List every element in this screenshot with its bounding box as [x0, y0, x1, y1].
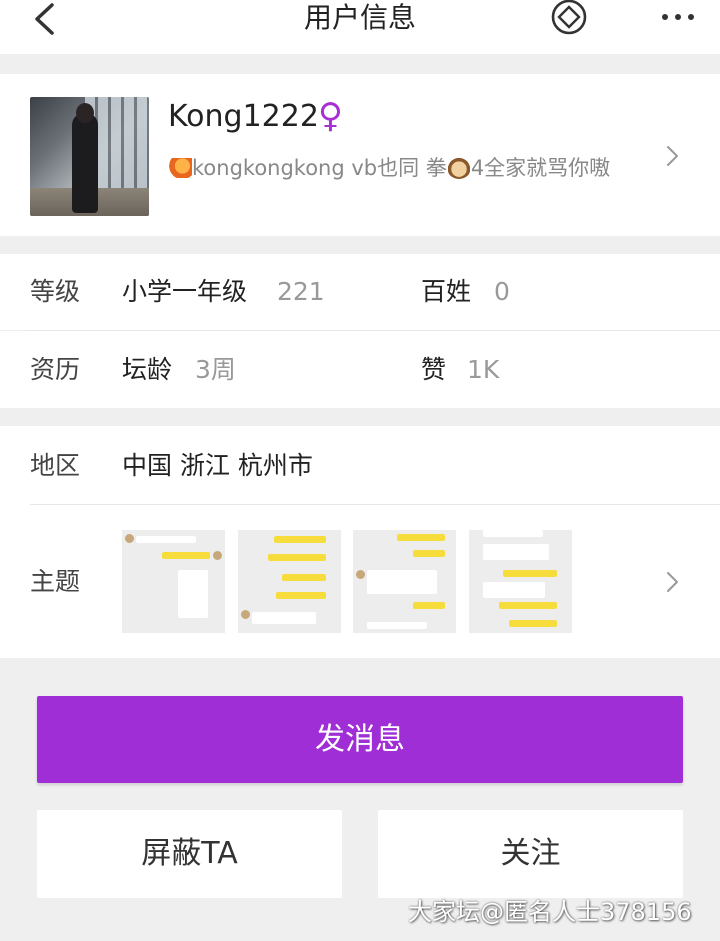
rank-key: 百姓 [421, 277, 472, 306]
diamond-icon [551, 0, 587, 35]
chevron-right-icon [667, 146, 678, 166]
level-label: 等级 [30, 277, 81, 306]
region-label: 地区 [30, 451, 81, 480]
forum-age-value: 3周 [195, 355, 236, 384]
rank-value: 0 [494, 277, 510, 306]
topic-thumbnail[interactable] [469, 530, 572, 633]
topic-thumbnail[interactable] [122, 530, 225, 633]
watermark: 大家坛@匿名人士378156 [408, 898, 692, 926]
diamond-button[interactable] [548, 0, 590, 37]
dog-emoji-icon [446, 157, 471, 179]
like-value: 1K [467, 355, 500, 384]
stats-row-level: 等级 小学一年级 221 百姓 0 [0, 254, 720, 331]
stats-card: 等级 小学一年级 221 百姓 0 资历 坛龄 3周 赞 1K [0, 254, 720, 408]
topic-thumbnail[interactable] [238, 530, 341, 633]
username: Kong1222 [168, 99, 319, 134]
more-button[interactable] [656, 2, 700, 32]
flame-emoji-icon [168, 158, 192, 178]
user-bio: kongkongkong vb也同 拳 4全家就骂你嗷 [168, 154, 618, 183]
level-value: 221 [277, 277, 325, 306]
topic-label: 主题 [30, 567, 81, 596]
more-dots-icon [662, 14, 668, 20]
level-name: 小学一年级 [122, 277, 248, 306]
block-user-button[interactable]: 屏蔽TA [37, 810, 342, 898]
forum-age-key: 坛龄 [122, 355, 173, 384]
history-label: 资历 [30, 355, 81, 384]
follow-button[interactable]: 关注 [378, 810, 683, 898]
avatar[interactable] [30, 97, 149, 216]
stats-row-history: 资历 坛龄 3周 赞 1K [0, 332, 720, 409]
topic-thumbnail[interactable] [353, 530, 456, 633]
female-gender-icon: ♀ [318, 96, 343, 136]
send-message-button[interactable]: 发消息 [37, 696, 683, 783]
divider [30, 504, 720, 505]
region-value: 中国 浙江 杭州市 [122, 451, 313, 480]
page-title: 用户信息 [303, 1, 416, 34]
top-nav-bar: 用户信息 [0, 0, 720, 54]
like-key: 赞 [421, 355, 447, 384]
info-card: 地区 中国 浙江 杭州市 主题 [0, 426, 720, 658]
chevron-right-icon[interactable] [660, 570, 684, 594]
